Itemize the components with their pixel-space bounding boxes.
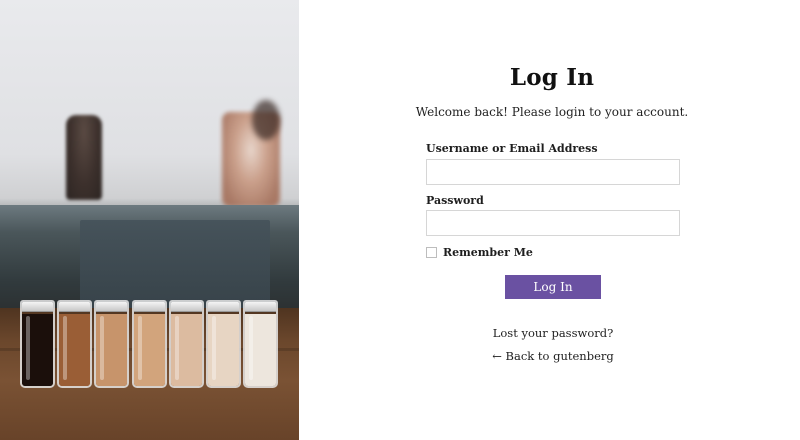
coffee-grinder-shape bbox=[66, 115, 102, 200]
coffee-jar bbox=[206, 300, 241, 388]
coffee-jar bbox=[57, 300, 93, 388]
lost-password-link[interactable]: Lost your password? bbox=[299, 326, 800, 340]
login-form: Log In Welcome back! Please login to you… bbox=[299, 0, 800, 440]
remember-me-row: Remember Me bbox=[426, 246, 533, 259]
page-title: Log In bbox=[509, 64, 595, 91]
back-to-site-link[interactable]: ← Back to gutenberg bbox=[299, 349, 800, 363]
coffee-jar bbox=[20, 300, 55, 388]
coffee-jar bbox=[131, 300, 167, 388]
coffee-jars-photo bbox=[0, 0, 299, 440]
remember-me-checkbox[interactable] bbox=[426, 247, 437, 258]
login-button[interactable]: Log In bbox=[505, 275, 601, 299]
password-label: Password bbox=[426, 194, 484, 207]
username-input[interactable] bbox=[426, 159, 680, 185]
remember-me-label[interactable]: Remember Me bbox=[443, 246, 533, 259]
username-label: Username or Email Address bbox=[426, 142, 598, 155]
machine-top-shape bbox=[252, 100, 280, 140]
password-input[interactable] bbox=[426, 210, 680, 236]
welcome-message: Welcome back! Please login to your accou… bbox=[415, 105, 689, 119]
coffee-jar bbox=[243, 300, 279, 388]
coffee-jar bbox=[94, 300, 130, 388]
coffee-jar bbox=[168, 300, 204, 388]
